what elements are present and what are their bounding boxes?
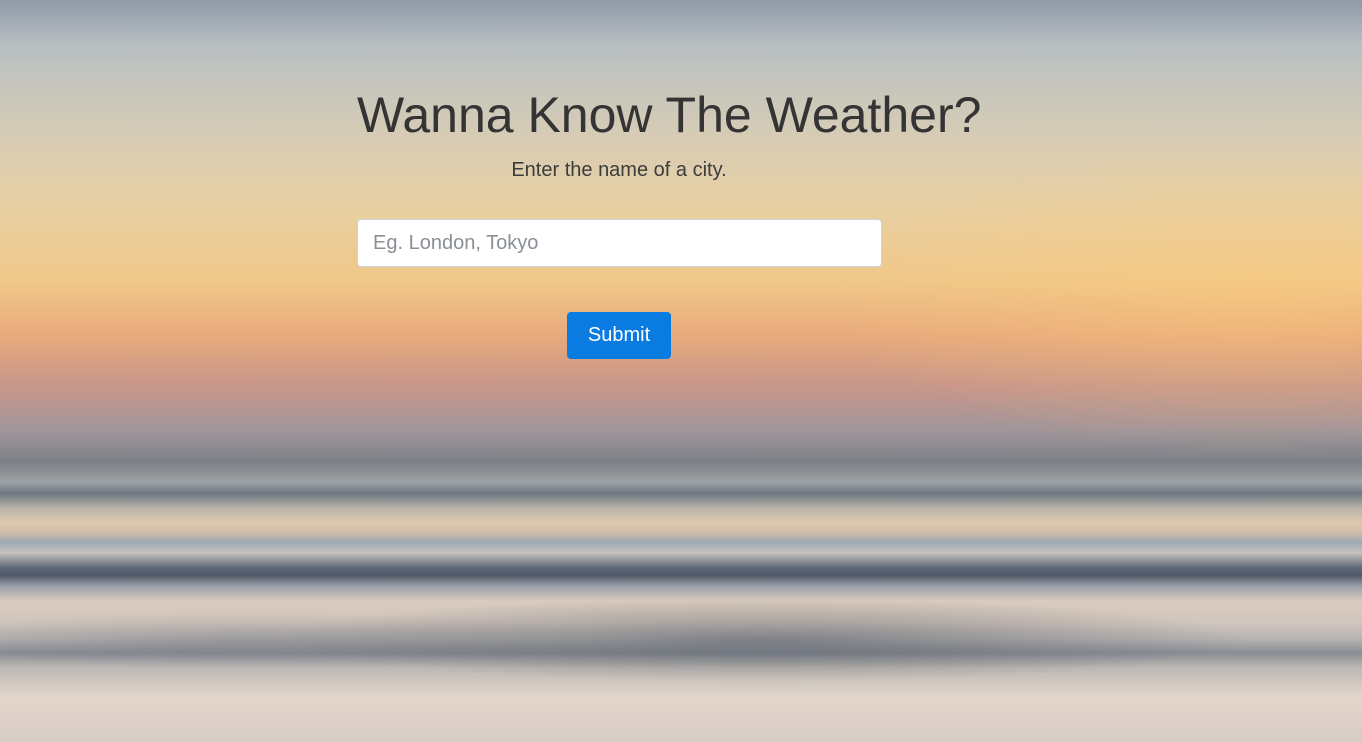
submit-button[interactable]: Submit (567, 312, 671, 359)
city-input[interactable] (357, 219, 882, 267)
page-title: Wanna Know The Weather? (357, 87, 982, 143)
page-subtitle: Enter the name of a city. (511, 159, 727, 181)
weather-form: Wanna Know The Weather? Enter the name o… (357, 84, 982, 359)
